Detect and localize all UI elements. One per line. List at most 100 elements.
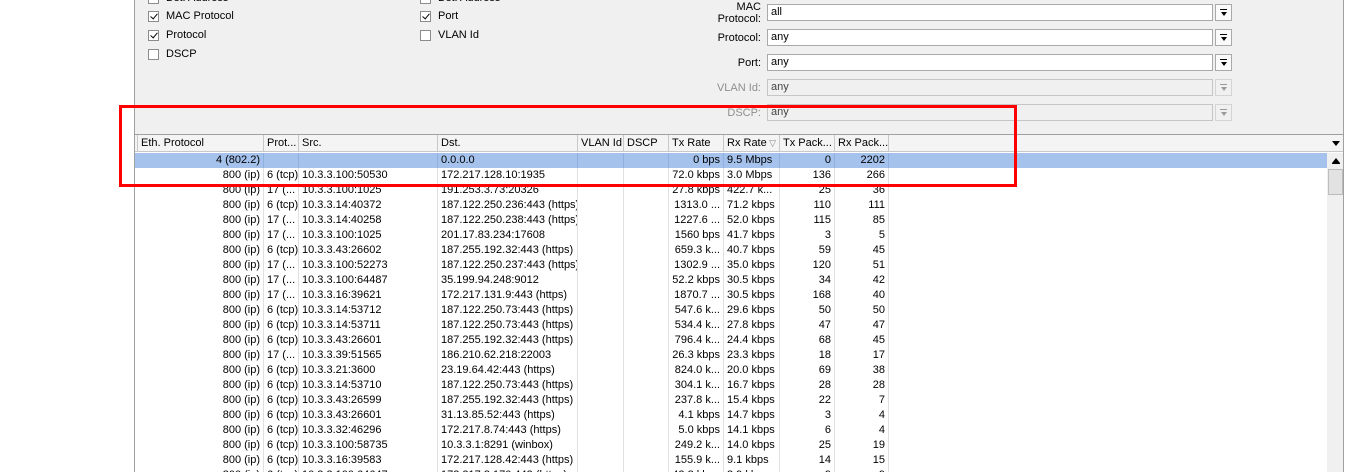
cell-tx-pack: 6	[780, 423, 835, 438]
cell-tx-rate: 27.8 kbps	[669, 183, 724, 198]
checkbox-protocol[interactable]: Protocol	[148, 28, 206, 42]
table-row[interactable]: 800 (ip) 17 (... 10.3.3.39:51565 186.210.62…	[135, 348, 1327, 363]
checkbox-checked-icon[interactable]	[420, 10, 431, 22]
dropdown-arrow-icon	[1220, 33, 1227, 41]
table-row[interactable]: 800 (ip) 6 (tcp) 10.3.3.21:3600 23.19.64.42…	[135, 363, 1327, 378]
cell-rx-rate: 40.7 kbps	[724, 243, 780, 258]
cell-dst: 187.122.250.237:443 (https)	[438, 258, 578, 273]
checkbox-unchecked-icon[interactable]	[420, 29, 431, 41]
cell-eth-protocol: 800 (ip)	[138, 423, 264, 438]
table-row[interactable]: 800 (ip) 6 (tcp) 10.3.3.14:40372 187.122.25…	[135, 198, 1327, 213]
cell-src: 10.3.3.100:52273	[299, 258, 438, 273]
cell-eth-protocol: 800 (ip)	[138, 303, 264, 318]
vertical-scrollbar[interactable]	[1327, 153, 1343, 472]
table-row[interactable]: 800 (ip) 6 (tcp) 10.3.3.14:53712 187.122.25…	[135, 303, 1327, 318]
checkbox-checked-icon[interactable]	[148, 10, 159, 22]
cell-dscp	[624, 408, 669, 423]
table-row[interactable]: 800 (ip)6 (tcp)10.3.3.100:64647172.217.8…	[135, 468, 1327, 472]
checkbox-unchecked-icon[interactable]	[148, 0, 159, 4]
checkbox-unchecked-icon[interactable]	[148, 48, 159, 60]
filter-select-mac-protocol[interactable]: all	[767, 4, 1213, 21]
cell-vlan-id	[578, 363, 624, 378]
checkbox-label: Dst. Address	[438, 0, 500, 5]
checkbox-checked-icon[interactable]	[148, 29, 159, 41]
cell-dst: 0.0.0.0	[438, 153, 578, 168]
dropdown-button	[1215, 104, 1232, 121]
cell-rx-pack: 38	[835, 363, 889, 378]
table-row[interactable]: 800 (ip) 6 (tcp) 10.3.3.100:58735 10.3.3.1:…	[135, 438, 1327, 453]
cell-tx-rate: 1302.9 ...	[669, 258, 724, 273]
cell-tx-rate: 72.0 kbps	[669, 168, 724, 183]
filter-select-protocol[interactable]: any	[767, 29, 1213, 46]
filter-label: VLAN Id:	[716, 81, 761, 94]
cell-rx-rate: 9.1 kbps	[724, 453, 780, 468]
cell-rx-pack: 111	[835, 198, 889, 213]
table-row[interactable]: 800 (ip) 6 (tcp) 10.3.3.43:26601 31.13.85.5…	[135, 408, 1327, 423]
cell-src: 10.3.3.43:26602	[299, 243, 438, 258]
column-header-vlan-id[interactable]: VLAN Id	[578, 135, 624, 152]
table-row[interactable]: 800 (ip) 17 (... 10.3.3.100:1025 191.253.3.…	[135, 183, 1327, 198]
column-header-tx-rate[interactable]: Tx Rate	[669, 135, 724, 152]
checkbox-label: VLAN Id	[438, 29, 479, 41]
column-menu-button[interactable]	[1327, 135, 1343, 152]
checkbox-label: Port	[438, 10, 459, 22]
column-header-dst[interactable]: Dst.	[438, 135, 578, 152]
table-row[interactable]: 800 (ip) 6 (tcp) 10.3.3.14:53710 187.122.25…	[135, 378, 1327, 393]
cell-rx-rate: 422.7 k...	[724, 183, 780, 198]
cell-eth-protocol: 800 (ip)	[138, 333, 264, 348]
column-header-eth-protocol[interactable]: Eth. Protocol	[138, 135, 264, 152]
scroll-up-button[interactable]	[1327, 153, 1343, 168]
cell-rx-rate: 30.5 kbps	[724, 273, 780, 288]
cell-eth-protocol: 800 (ip)	[138, 288, 264, 303]
column-header-src[interactable]: Src.	[299, 135, 438, 152]
checkbox-unchecked-icon[interactable]	[420, 0, 431, 4]
cell-prot: 6 (tcp)	[264, 468, 299, 472]
checkbox-mac-protocol[interactable]: MAC Protocol	[148, 9, 234, 23]
column-header-prot[interactable]: Prot...	[264, 135, 299, 152]
cell-dst: 172.217.8.170:443 (https)	[438, 468, 578, 472]
cell-tx-rate: 534.4 k...	[669, 318, 724, 333]
column-header-rx-pack[interactable]: Rx Pack...	[835, 135, 889, 152]
table-row[interactable]: 800 (ip) 17 (... 10.3.3.14:40258 187.122.25…	[135, 213, 1327, 228]
dropdown-button[interactable]	[1215, 54, 1232, 71]
cell-tx-pack: 34	[780, 273, 835, 288]
cell-vlan-id	[578, 213, 624, 228]
cell-tx-pack: 136	[780, 168, 835, 183]
scroll-thumb[interactable]	[1328, 169, 1343, 195]
checkbox-port[interactable]: Port	[420, 9, 458, 23]
table-row-selected[interactable]: 4 (802.2) 0.0.0.0 0 bps 9.5 Mbps 0 2202	[135, 153, 1327, 168]
checkbox-dst-address[interactable]: Dst. Address	[420, 0, 500, 5]
column-header-dscp[interactable]: DSCP	[624, 135, 669, 152]
column-header-label: VLAN Id	[581, 137, 622, 149]
cell-dscp	[624, 363, 669, 378]
cell-vlan-id	[578, 228, 624, 243]
cell-vlan-id	[578, 198, 624, 213]
cell-vlan-id	[578, 303, 624, 318]
checkbox-vlan-id[interactable]: VLAN Id	[420, 28, 479, 42]
table-row[interactable]: 800 (ip) 17 (... 10.3.3.16:39621 172.217.13…	[135, 288, 1327, 303]
cell-rx-pack: 9	[835, 468, 889, 472]
cell-dst: 31.13.85.52:443 (https)	[438, 408, 578, 423]
table-row[interactable]: 800 (ip) 6 (tcp) 10.3.3.43:26602 187.255.19…	[135, 243, 1327, 258]
cell-tx-rate: 249.2 k...	[669, 438, 724, 453]
cell-prot: 17 (...	[264, 348, 299, 363]
column-header-rx-rate[interactable]: Rx Rate ▽	[724, 135, 780, 152]
table-row[interactable]: 800 (ip) 6 (tcp) 10.3.3.14:53711 187.122.25…	[135, 318, 1327, 333]
column-header-tx-pack[interactable]: Tx Pack...	[780, 135, 835, 152]
filter-select-port[interactable]: any	[767, 54, 1213, 71]
table-row[interactable]: 800 (ip) 17 (... 10.3.3.100:64487 35.199.94…	[135, 273, 1327, 288]
dropdown-button[interactable]	[1215, 29, 1232, 46]
checkbox-dscp[interactable]: DSCP	[148, 47, 197, 61]
cell-rx-rate: 41.7 kbps	[724, 228, 780, 243]
table-row[interactable]: 800 (ip) 6 (tcp) 10.3.3.16:39583 172.217.12…	[135, 453, 1327, 468]
table-row[interactable]: 800 (ip) 6 (tcp) 10.3.3.43:26601 187.255.19…	[135, 333, 1327, 348]
dropdown-button[interactable]	[1215, 4, 1232, 21]
table-row[interactable]: 800 (ip) 6 (tcp) 10.3.3.100:50530 172.217.1…	[135, 168, 1327, 183]
table-row[interactable]: 800 (ip) 17 (... 10.3.3.100:1025 201.17.83.…	[135, 228, 1327, 243]
checkbox-label: Dst. Address	[166, 0, 228, 5]
column-header-label: Dst.	[441, 137, 461, 149]
table-row[interactable]: 800 (ip) 17 (... 10.3.3.100:52273 187.122.2…	[135, 258, 1327, 273]
table-row[interactable]: 800 (ip) 6 (tcp) 10.3.3.43:26599 187.255.19…	[135, 393, 1327, 408]
checkbox-dst-address[interactable]: Dst. Address	[148, 0, 228, 5]
table-row[interactable]: 800 (ip) 6 (tcp) 10.3.3.32:46296 172.217.8.…	[135, 423, 1327, 438]
